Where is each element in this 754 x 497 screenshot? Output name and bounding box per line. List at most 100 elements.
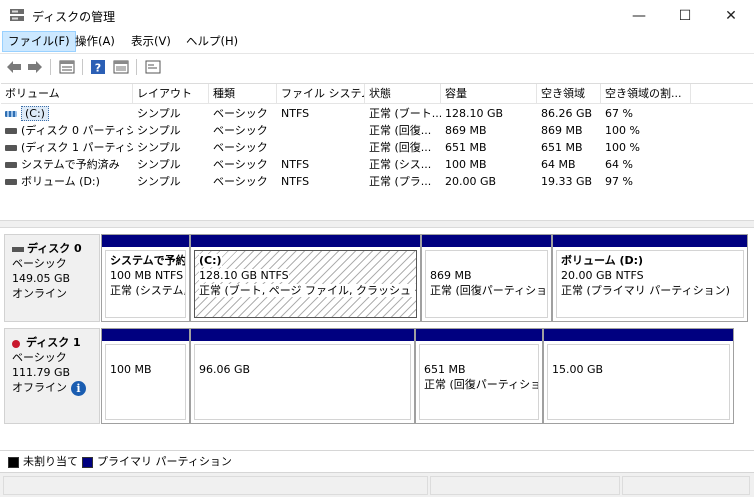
partition-disk1-2[interactable]: 96.06 GB <box>190 328 415 424</box>
volume-status: 正常 (ブート... <box>369 107 441 120</box>
volume-status: 正常 (シス... <box>369 158 432 171</box>
back-button[interactable] <box>5 58 23 76</box>
volume-capacity: 20.00 GB <box>445 175 497 188</box>
disk-offline-icon <box>12 340 24 348</box>
forward-button[interactable] <box>26 58 44 76</box>
minimize-icon: — <box>632 7 646 24</box>
primary-partition-bar <box>553 235 747 247</box>
partition-status: 正常 (プライマリ パーティション) <box>561 284 730 297</box>
partition-disk1-1[interactable]: 100 MB <box>101 328 190 424</box>
volume-list: ボリューム レイアウト 種類 ファイル システム 状態 容量 空き領域 空き領域… <box>1 83 753 220</box>
menu-view[interactable]: 表示(V) <box>126 31 176 52</box>
volume-row[interactable]: ボリューム (D:) シンプル ベーシック NTFS 正常 (プラ... 20.… <box>1 173 753 190</box>
volume-layout: シンプル <box>137 124 181 137</box>
primary-partition-bar <box>191 329 414 341</box>
volume-row[interactable]: システムで予約済み シンプル ベーシック NTFS 正常 (シス... 100 … <box>1 156 753 173</box>
volume-free-percent: 64 % <box>605 158 633 171</box>
column-header-free-space[interactable]: 空き領域 <box>537 84 601 104</box>
minimize-button[interactable]: — <box>616 0 662 31</box>
column-header-layout[interactable]: レイアウト <box>133 84 209 104</box>
volume-free-percent: 97 % <box>605 175 633 188</box>
partition-size: 100 MB <box>110 363 152 376</box>
legend-label: 未割り当て <box>23 455 78 468</box>
volume-free-space: 64 MB <box>541 158 576 171</box>
partition-status: 正常 (ブート, ページ ファイル, クラッシュ ダンプ, プライマリ パーティ… <box>199 284 416 297</box>
volume-row[interactable]: (ディスク 0 パーティシ... シンプル ベーシック 正常 (回復... 86… <box>1 122 753 139</box>
partition-status: 正常 (回復パーティション) <box>424 378 538 391</box>
column-header-free-percent[interactable]: 空き領域の割... <box>601 84 691 104</box>
volume-type: ベーシック <box>213 124 268 137</box>
graphic-view-icon <box>113 60 129 74</box>
column-header-filesystem[interactable]: ファイル システム <box>277 84 365 104</box>
volume-icon <box>5 179 17 185</box>
volume-type: ベーシック <box>213 107 268 120</box>
partition-status: 正常 (システム, アクティブ, プライマリ パーティション) <box>110 284 186 297</box>
info-icon[interactable]: i <box>71 380 86 396</box>
volume-capacity: 651 MB <box>445 141 487 154</box>
status-cell <box>3 476 428 495</box>
volume-filesystem: NTFS <box>281 175 310 188</box>
volume-capacity: 128.10 GB <box>445 107 504 120</box>
partition-name <box>430 253 543 268</box>
volume-type: ベーシック <box>213 175 268 188</box>
volume-type: ベーシック <box>213 158 268 171</box>
volume-icon <box>5 128 17 134</box>
close-button[interactable]: ✕ <box>708 0 754 31</box>
partition-disk1-4[interactable]: 15.00 GB <box>543 328 734 424</box>
partition-system-reserved[interactable]: システムで予約済み 100 MB NTFS 正常 (システム, アクティブ, プ… <box>101 234 190 322</box>
volume-free-space: 869 MB <box>541 124 583 137</box>
volume-free-space: 651 MB <box>541 141 583 154</box>
legend-label: プライマリ パーティション <box>97 455 232 468</box>
volume-list-header: ボリューム レイアウト 種類 ファイル システム 状態 容量 空き領域 空き領域… <box>1 84 753 104</box>
volume-capacity: 869 MB <box>445 124 487 137</box>
partition-recovery-0[interactable]: 869 MB 正常 (回復パーティション) <box>421 234 552 322</box>
disk-row-0: ディスク 0 ベーシック 149.05 GB オンライン システムで予約済み 1… <box>4 234 750 322</box>
toolbar-separator <box>82 59 83 75</box>
partition-size: 100 MB NTFS <box>110 269 184 282</box>
column-header-type[interactable]: 種類 <box>209 84 277 104</box>
volume-free-space: 86.26 GB <box>541 107 593 120</box>
disk-status: オンライン <box>12 287 67 300</box>
svg-text:?: ? <box>95 62 101 75</box>
legend-primary: プライマリ パーティション <box>82 455 232 469</box>
volume-layout: シンプル <box>137 175 181 188</box>
partition-c[interactable]: (C:) 128.10 GB NTFS 正常 (ブート, ページ ファイル, ク… <box>190 234 421 322</box>
disk-management-app-icon <box>10 9 24 21</box>
volume-row[interactable]: (ディスク 1 パーティシ... シンプル ベーシック 正常 (回復... 65… <box>1 139 753 156</box>
column-header-volume[interactable]: ボリューム <box>1 84 133 104</box>
show-graphic-button[interactable] <box>112 58 130 76</box>
legend: 未割り当て プライマリ パーティション <box>0 450 754 472</box>
status-cell <box>622 476 750 495</box>
menu-help[interactable]: ヘルプ(H) <box>181 31 243 52</box>
close-icon: ✕ <box>725 7 737 24</box>
disk-type: ベーシック <box>12 351 67 364</box>
pane-splitter[interactable] <box>0 220 754 228</box>
volume-row[interactable]: (C:) シンプル ベーシック NTFS 正常 (ブート... 128.10 G… <box>1 105 753 122</box>
disk-1-label[interactable]: ディスク 1 ベーシック 111.79 GB オフライン i <box>4 328 100 424</box>
partition-size: 15.00 GB <box>552 363 604 376</box>
volume-name: システムで予約済み <box>21 158 120 171</box>
partition-disk1-recovery[interactable]: 651 MB 正常 (回復パーティション) <box>415 328 543 424</box>
help-button[interactable]: ? <box>89 58 107 76</box>
disk-0-label[interactable]: ディスク 0 ベーシック 149.05 GB オンライン <box>4 234 100 322</box>
properties-icon <box>145 60 161 74</box>
volume-layout: シンプル <box>137 158 181 171</box>
volume-capacity: 100 MB <box>445 158 487 171</box>
maximize-icon: ☐ <box>678 7 692 24</box>
show-list-button[interactable] <box>58 58 76 76</box>
properties-button[interactable] <box>144 58 162 76</box>
column-header-status[interactable]: 状態 <box>365 84 441 104</box>
partition-status: 正常 (回復パーティション) <box>430 284 548 297</box>
disk-status: オフライン <box>12 381 67 394</box>
toolbar-separator <box>50 59 51 75</box>
primary-partition-bar <box>544 329 733 341</box>
unallocated-swatch <box>8 456 19 468</box>
partition-d[interactable]: ボリューム (D:) 20.00 GB NTFS 正常 (プライマリ パーティシ… <box>552 234 748 322</box>
primary-partition-bar <box>422 235 551 247</box>
menu-file[interactable]: ファイル(F) <box>2 31 76 52</box>
primary-swatch <box>82 456 93 468</box>
maximize-button[interactable]: ☐ <box>662 0 708 31</box>
volume-free-percent: 100 % <box>605 124 640 137</box>
menu-action[interactable]: 操作(A) <box>70 31 120 52</box>
column-header-capacity[interactable]: 容量 <box>441 84 537 104</box>
